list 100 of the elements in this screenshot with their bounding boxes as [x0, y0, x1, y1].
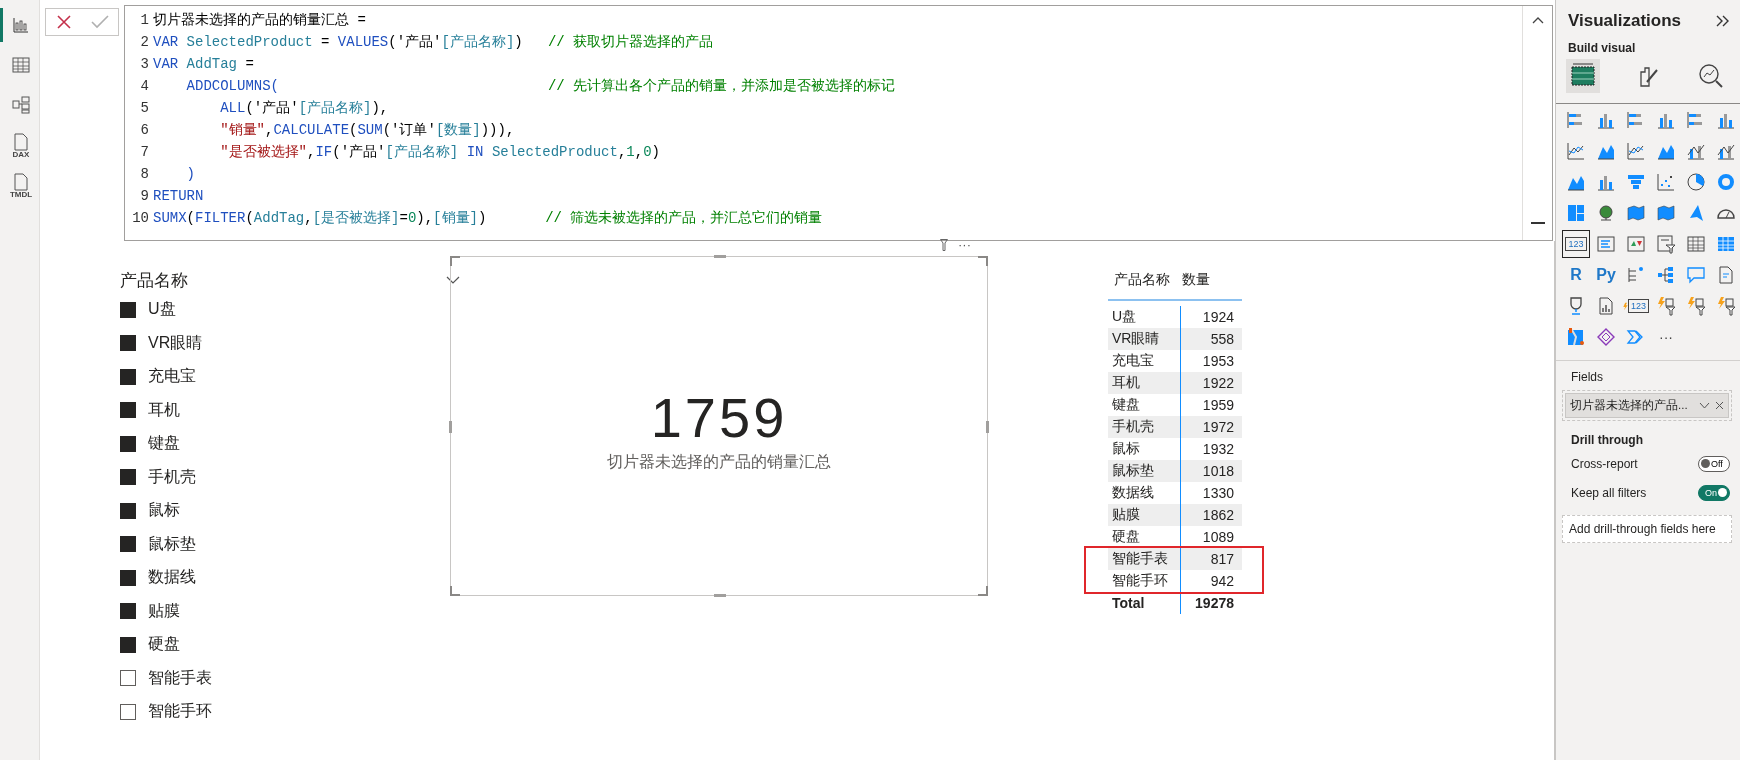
slicer-item[interactable]: 耳机	[148, 399, 180, 421]
slicer-item[interactable]: VR眼睛	[148, 332, 203, 354]
section-label: Fields	[1570, 369, 1604, 384]
chevron-down-icon[interactable]	[1699, 402, 1710, 409]
drop-zone[interactable]: Add drill-through fields here	[1562, 515, 1732, 543]
line-number: 2	[139, 34, 150, 50]
line-chart-icon	[1626, 141, 1646, 161]
line-number: 1	[139, 12, 150, 28]
toggle-label: Cross-report	[1571, 456, 1638, 471]
toggle-label: Keep all filters	[1571, 485, 1647, 500]
table-cell-text: 耳机	[1111, 374, 1141, 392]
table-cell: 942	[1180, 570, 1242, 592]
line-number: 6	[139, 122, 150, 138]
code-line: 切片器未选择的产品的销量汇总 =	[153, 11, 366, 29]
line-number: 3	[139, 56, 150, 72]
checkbox[interactable]	[120, 301, 136, 318]
map-icon	[1566, 327, 1586, 347]
nav-button[interactable]: DAX	[0, 128, 40, 162]
column-header[interactable]: 产品名称	[1108, 271, 1176, 289]
chevron-down-icon[interactable]	[446, 276, 460, 284]
table-cell-text: 键盘	[1111, 396, 1141, 414]
code-line: )	[185, 166, 195, 182]
checkbox[interactable]	[120, 670, 136, 687]
table-icon	[11, 55, 31, 75]
column-header[interactable]: 数量	[1176, 271, 1242, 299]
globe-icon	[1596, 203, 1616, 223]
slicer-item[interactable]: 智能手表	[148, 667, 212, 689]
table-cell: 1922	[1180, 372, 1242, 394]
card-visual[interactable]: 1759 切片器未选择的产品的销量汇总	[450, 256, 988, 596]
field-pill[interactable]: 切片器未选择的产品...	[1565, 393, 1729, 418]
code-line: "销量",CALCULATE(SUM('订单'[数量]))),	[219, 121, 515, 139]
checkbox[interactable]	[120, 402, 136, 419]
line-number: 5	[139, 100, 150, 116]
decomposition-tree-icon	[1656, 265, 1676, 285]
nav-button[interactable]: TMDL	[0, 168, 40, 202]
slicer-item[interactable]: 鼠标垫	[148, 533, 196, 555]
checkbox[interactable]	[120, 502, 136, 519]
tree-icon	[1626, 265, 1646, 285]
pie-chart-icon	[1686, 172, 1706, 192]
resize-handle[interactable]	[450, 256, 460, 266]
checkbox[interactable]	[120, 536, 136, 553]
build-tab[interactable]	[1566, 59, 1600, 93]
treemap-icon	[1566, 203, 1586, 223]
slicer-item[interactable]: 智能手环	[148, 701, 212, 723]
grid-icon	[1716, 234, 1736, 254]
donut-chart-icon	[1716, 172, 1736, 192]
slicer-item[interactable]: 充电宝	[148, 366, 196, 388]
filter-icon	[1656, 234, 1676, 254]
report-icon	[1596, 296, 1616, 316]
visual-type-button[interactable]: R	[1562, 261, 1590, 289]
visual-type-button[interactable]: ···	[1652, 323, 1680, 351]
bar-chart-icon	[11, 15, 31, 35]
map-icon	[1656, 203, 1676, 223]
table-cell-text: 充电宝	[1111, 352, 1155, 370]
slicer-title: 产品名称	[120, 269, 188, 292]
slicer-item[interactable]: U盘	[148, 299, 176, 321]
line-number: 9	[139, 188, 150, 204]
filter-icon[interactable]	[940, 239, 948, 251]
minus-icon[interactable]	[1530, 222, 1545, 224]
resize-handle[interactable]	[449, 421, 452, 433]
scatter-chart-icon	[1656, 172, 1676, 192]
collapse-icon[interactable]	[1531, 16, 1544, 24]
map-icon	[1626, 203, 1646, 223]
slicer-item[interactable]: 硬盘	[148, 634, 180, 656]
resize-handle[interactable]	[714, 255, 726, 258]
slicer-item[interactable]: 数据线	[148, 567, 196, 589]
resize-handle[interactable]	[450, 586, 460, 596]
resize-handle[interactable]	[714, 594, 726, 597]
toggle-switch[interactable]: Off	[1698, 455, 1730, 472]
code-line: VAR SelectedProduct = VALUES('产品'[产品名称]) // 获取切片器选择的产品	[153, 33, 714, 51]
visual-type-button[interactable]: Py	[1592, 261, 1620, 289]
visual-type-button[interactable]: 123	[1622, 292, 1650, 320]
lightning-filter-icon	[1686, 296, 1706, 316]
line-number: 10	[131, 210, 150, 226]
visual-type-button[interactable]: 123	[1562, 230, 1590, 258]
line-number: 4	[139, 78, 150, 94]
resize-handle[interactable]	[978, 256, 988, 266]
slicer-item[interactable]: 手机壳	[148, 466, 196, 488]
checkbox[interactable]	[120, 636, 136, 653]
checkbox[interactable]	[120, 569, 136, 586]
code-line: VAR AddTag =	[153, 56, 254, 72]
pane-title: Visualizations	[1568, 11, 1682, 31]
more-options[interactable]: ···	[958, 240, 971, 250]
slicer-item[interactable]: 键盘	[148, 433, 180, 455]
resize-handle[interactable]	[978, 586, 988, 596]
toggle-switch[interactable]: On	[1698, 484, 1730, 501]
checkbox[interactable]	[120, 469, 136, 486]
checkbox[interactable]	[120, 368, 136, 385]
checkbox[interactable]	[120, 335, 136, 352]
resize-handle[interactable]	[986, 421, 989, 433]
expand-icon[interactable]	[1716, 15, 1730, 27]
table-cell: 558	[1180, 328, 1242, 350]
checkbox[interactable]	[120, 703, 136, 720]
slicer-item[interactable]: 贴膜	[148, 600, 180, 622]
close-icon[interactable]	[1715, 401, 1724, 410]
table-cell-text: U盘	[1111, 308, 1138, 326]
diamond-icon	[1596, 327, 1616, 347]
slicer-item[interactable]: 鼠标	[148, 500, 180, 522]
checkbox[interactable]	[120, 435, 136, 452]
checkbox[interactable]	[120, 603, 136, 620]
